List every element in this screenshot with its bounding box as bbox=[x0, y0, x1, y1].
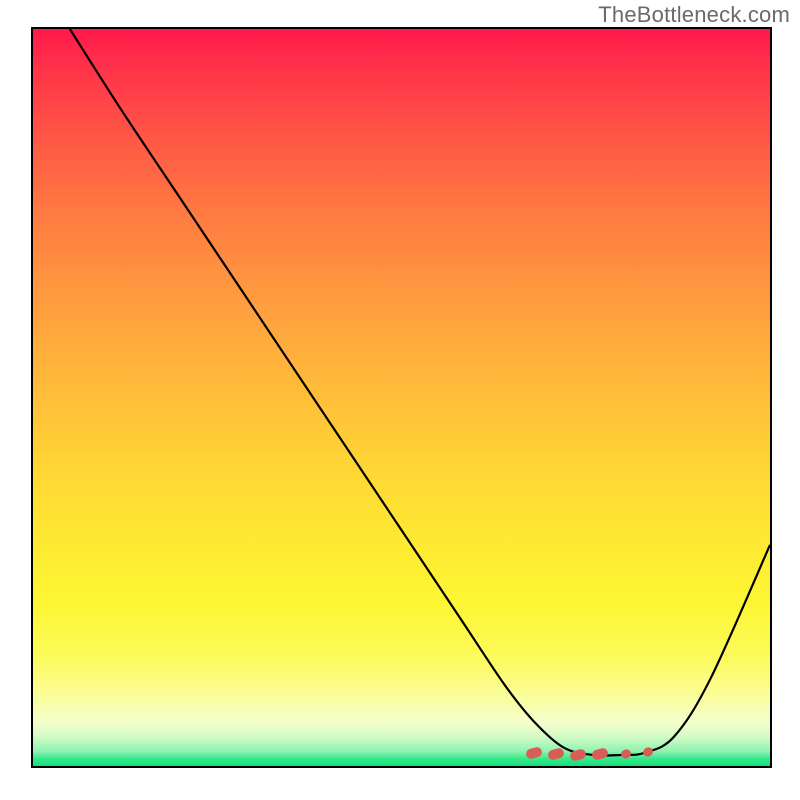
optimum-marker bbox=[525, 746, 543, 760]
optimum-marker bbox=[620, 748, 632, 760]
optimum-marker bbox=[547, 747, 565, 761]
watermark-text: TheBottleneck.com bbox=[598, 2, 790, 28]
optimum-marker bbox=[569, 748, 587, 762]
optimum-markers bbox=[33, 29, 770, 766]
optimum-marker bbox=[642, 746, 654, 758]
chart-container: TheBottleneck.com bbox=[0, 0, 800, 800]
optimum-marker bbox=[591, 747, 609, 761]
plot-area bbox=[33, 29, 770, 766]
